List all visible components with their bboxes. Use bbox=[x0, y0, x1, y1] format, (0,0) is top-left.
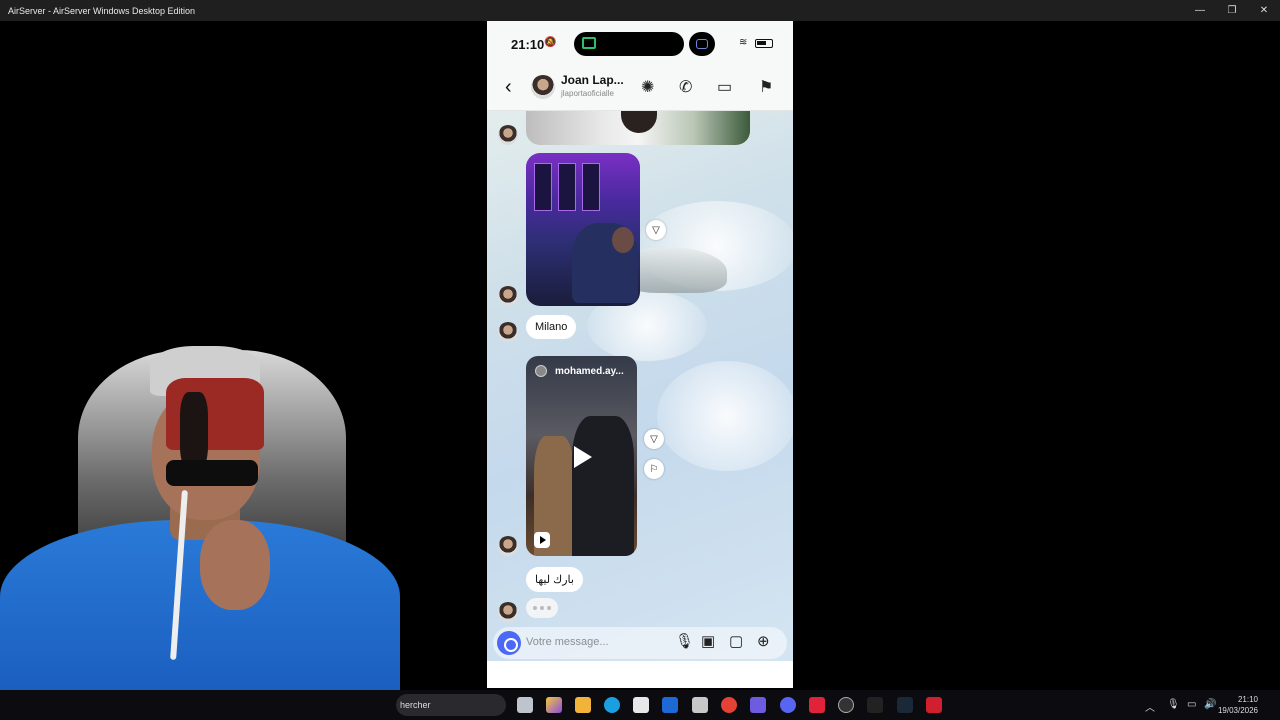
contact-handle: jlaportaoficialle bbox=[561, 89, 614, 98]
discord-icon[interactable] bbox=[780, 697, 796, 713]
message-composer[interactable]: Votre message... 🎙 ▣ ▢ ⊕ bbox=[493, 627, 787, 659]
screen-mirror-indicator bbox=[689, 32, 715, 56]
app-icon[interactable] bbox=[926, 697, 942, 713]
sparkle-icon[interactable]: ✺ bbox=[641, 77, 654, 97]
dynamic-island bbox=[574, 32, 684, 56]
bookmark-icon[interactable]: ⚐ bbox=[644, 459, 664, 479]
phone-icon[interactable]: ✆ bbox=[679, 77, 692, 97]
message-input[interactable]: Votre message... bbox=[526, 636, 609, 648]
avatar[interactable] bbox=[531, 75, 555, 99]
sender-avatar[interactable] bbox=[498, 322, 518, 342]
play-icon[interactable] bbox=[574, 446, 592, 468]
taskbar-clock[interactable]: 21:10 19/03/2026 bbox=[1218, 694, 1258, 716]
app-icon[interactable] bbox=[867, 697, 883, 713]
sender-avatar[interactable] bbox=[498, 602, 518, 622]
clock-time: 21:10 bbox=[1237, 695, 1258, 704]
minimize-button[interactable]: — bbox=[1184, 0, 1216, 21]
cloud-decoration bbox=[657, 361, 793, 471]
back-icon[interactable]: ‹ bbox=[505, 76, 512, 99]
typing-dot bbox=[547, 606, 551, 610]
message-bubble-milano[interactable]: Milano bbox=[526, 315, 577, 339]
reel-detail bbox=[572, 416, 634, 556]
typing-indicator bbox=[526, 598, 558, 618]
image-detail bbox=[582, 163, 600, 211]
adobe-icon[interactable] bbox=[809, 697, 825, 713]
maximize-button[interactable]: ❐ bbox=[1216, 0, 1248, 21]
chrome-icon[interactable] bbox=[721, 697, 737, 713]
taskbar-search[interactable]: hercher bbox=[396, 694, 506, 716]
gallery-icon[interactable]: ▣ bbox=[701, 632, 715, 650]
sender-avatar[interactable] bbox=[498, 286, 518, 306]
shared-reel[interactable]: mohamed.ay... bbox=[526, 356, 637, 556]
status-time: 21:10 bbox=[511, 37, 545, 52]
airplay-icon bbox=[582, 37, 596, 49]
image-detail bbox=[612, 227, 634, 253]
plus-icon[interactable]: ⊕ bbox=[757, 632, 770, 650]
bell-slash-icon: 🔕 bbox=[544, 37, 557, 48]
steam-icon[interactable] bbox=[897, 697, 913, 713]
store-icon[interactable] bbox=[633, 697, 649, 713]
airserver-icon[interactable] bbox=[692, 697, 708, 713]
chevron-up-icon[interactable]: ︿ bbox=[1145, 699, 1155, 714]
home-bar bbox=[487, 661, 793, 688]
window-controls: — ❐ ✕ bbox=[1184, 0, 1280, 21]
video-icon[interactable]: ▭ bbox=[717, 77, 732, 97]
message-bubble-arabic[interactable]: بارك ليها bbox=[526, 567, 583, 592]
sticker-icon[interactable]: ▢ bbox=[729, 632, 743, 650]
taskbar: hercher ︿ 🎙 ▭ 🔊 21:10 19/03/2026 bbox=[0, 690, 1280, 720]
contact-name[interactable]: Joan Lap... bbox=[561, 73, 624, 87]
person-hand bbox=[200, 520, 270, 610]
chat-header: ‹ Joan Lap... jlaportaoficialle ✺ ✆ ▭ ⚑ bbox=[487, 67, 793, 111]
window-title: AirServer - AirServer Windows Desktop Ed… bbox=[8, 5, 196, 16]
obs-icon[interactable] bbox=[838, 697, 854, 713]
edge-icon[interactable] bbox=[604, 697, 620, 713]
person-body bbox=[0, 520, 400, 690]
clock-date: 19/03/2026 bbox=[1217, 706, 1258, 715]
image-message[interactable] bbox=[526, 111, 750, 145]
flag-icon[interactable]: ⚑ bbox=[759, 77, 773, 97]
image-detail bbox=[558, 163, 576, 211]
mirror-icon bbox=[696, 39, 708, 49]
volume-icon[interactable]: 🔊 bbox=[1204, 699, 1216, 710]
network-icon[interactable]: ▭ bbox=[1187, 699, 1196, 710]
fez-tassel bbox=[180, 392, 208, 470]
microphone-icon[interactable]: 🎙 bbox=[675, 632, 694, 650]
reel-user-icon bbox=[535, 365, 547, 377]
share-icon[interactable]: ▽ bbox=[646, 220, 666, 240]
game-icon[interactable] bbox=[750, 697, 766, 713]
webcam-overlay bbox=[0, 340, 400, 690]
reels-icon bbox=[534, 532, 550, 548]
image-detail bbox=[534, 163, 552, 211]
typing-dot bbox=[533, 606, 537, 610]
copilot-icon[interactable] bbox=[546, 697, 562, 713]
reel-username: mohamed.ay... bbox=[555, 366, 624, 377]
battery-icon bbox=[755, 39, 773, 48]
typing-dot bbox=[540, 606, 544, 610]
share-icon[interactable]: ▽ bbox=[644, 429, 664, 449]
microphone-icon[interactable]: 🎙 bbox=[1167, 699, 1180, 710]
outlook-icon[interactable] bbox=[662, 697, 678, 713]
phone-screen: 21:10 🔕 ≋ ‹ Joan Lap... jlaportaoficiall… bbox=[487, 21, 793, 688]
task-view-icon[interactable] bbox=[517, 697, 533, 713]
status-bar: 21:10 🔕 ≋ bbox=[487, 21, 793, 67]
camera-icon[interactable] bbox=[497, 631, 521, 655]
window-titlebar: AirServer - AirServer Windows Desktop Ed… bbox=[0, 0, 1280, 21]
sender-avatar[interactable] bbox=[498, 536, 518, 556]
close-button[interactable]: ✕ bbox=[1248, 0, 1280, 21]
wifi-icon: ≋ bbox=[739, 37, 748, 48]
file-explorer-icon[interactable] bbox=[575, 697, 591, 713]
sunglasses bbox=[166, 460, 258, 486]
shared-post-image[interactable] bbox=[526, 153, 640, 306]
sender-avatar[interactable] bbox=[498, 125, 518, 145]
